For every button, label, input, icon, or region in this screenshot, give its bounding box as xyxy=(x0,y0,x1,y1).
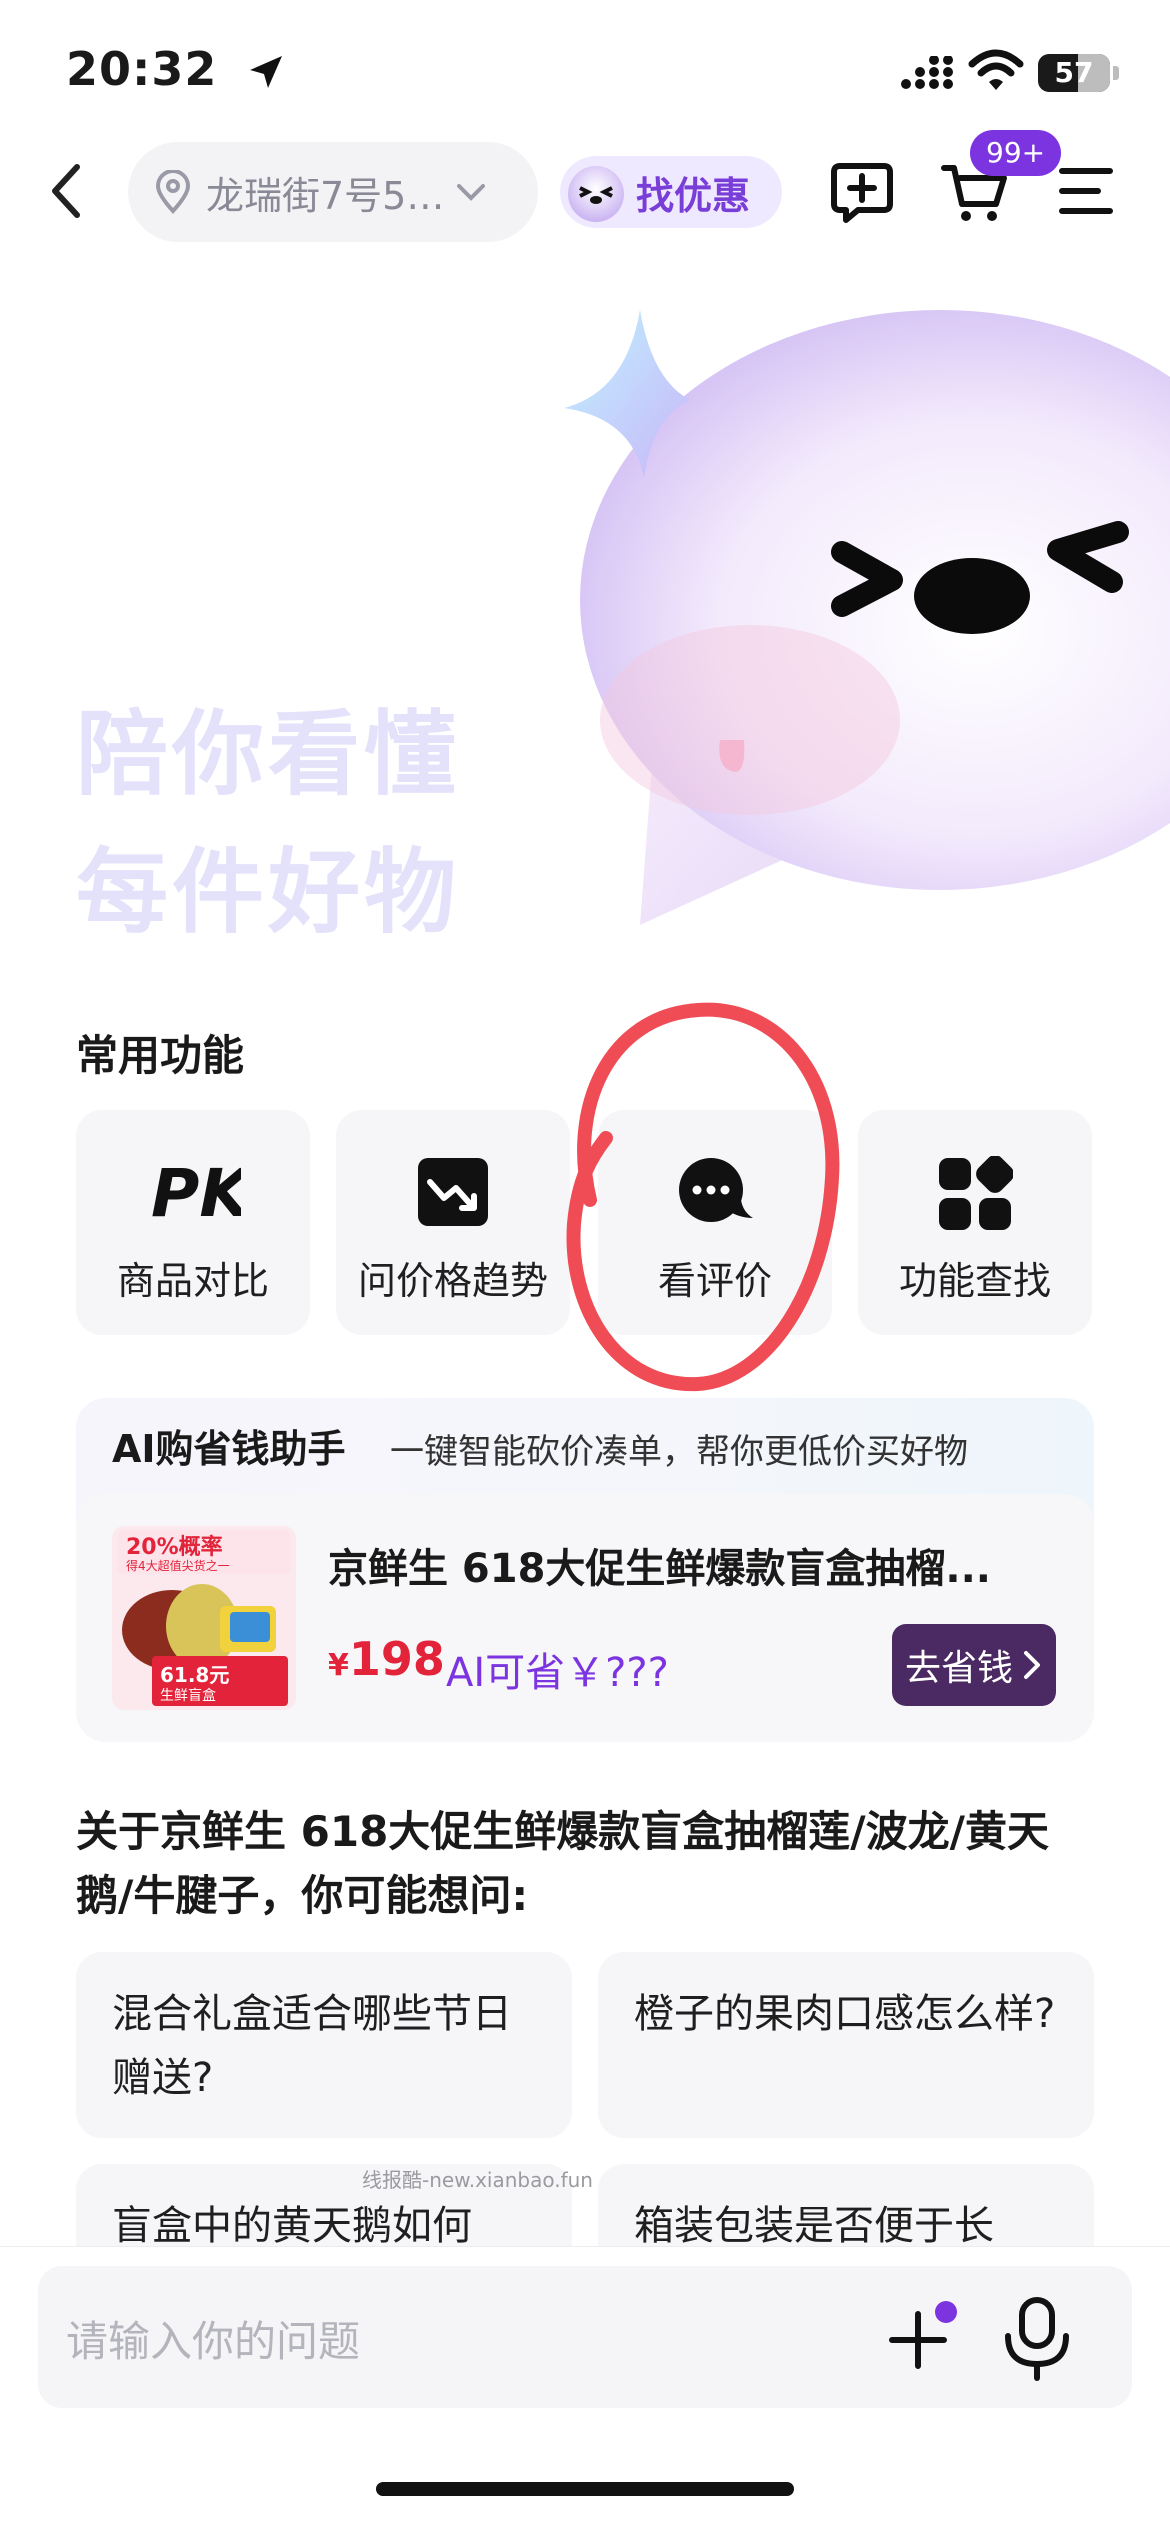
chevron-right-icon xyxy=(1024,1651,1040,1679)
suggested-question-text: 混合礼盒适合哪些节日赠送? xyxy=(112,1991,512,2101)
chevron-down-icon xyxy=(457,184,486,201)
back-button[interactable] xyxy=(40,156,92,226)
battery-indicator: 57 xyxy=(1038,54,1120,92)
hand-drawn-circle-annotation xyxy=(566,1002,840,1392)
find-features-button[interactable]: 功能查找 xyxy=(858,1110,1092,1335)
svg-text:PK: PK xyxy=(151,1156,241,1226)
watermark-text: 线报酷-new.xianbao.fun xyxy=(362,2168,593,2192)
pk-icon: PK xyxy=(151,1156,241,1226)
mascot-illustration xyxy=(564,310,1170,925)
suggested-question-card[interactable]: 混合礼盒适合哪些节日赠送? xyxy=(76,1952,572,2138)
compare-products-button[interactable]: PK 商品对比 xyxy=(76,1110,310,1335)
wifi-icon xyxy=(968,49,1024,90)
product-image-tag: 20%概率 xyxy=(126,1534,223,1560)
product-image-tag-sub: 得4大超值尖货之一 xyxy=(126,1558,230,1573)
hero-line-2: 每件好物 xyxy=(76,839,461,946)
plus-icon[interactable] xyxy=(886,2300,964,2378)
product-thumbnail: 20%概率 得4大超值尖货之一 61.8元 生鲜盲盒 xyxy=(112,1526,296,1710)
location-pin-icon xyxy=(155,170,191,214)
cart-count-badge: 99+ xyxy=(970,130,1062,176)
find-features-label: 功能查找 xyxy=(898,1259,1051,1303)
product-price: ¥198 xyxy=(328,1632,445,1686)
product-image[interactable]: 20%概率 得4大超值尖货之一 61.8元 生鲜盲盒 xyxy=(112,1526,296,1710)
price-value: 198 xyxy=(348,1632,445,1686)
suggested-question-text: 橙子的果肉口感怎么样? xyxy=(634,1991,1056,2037)
suggested-question-card[interactable]: 橙子的果肉口感怎么样? xyxy=(598,1952,1094,2138)
product-title[interactable]: 京鲜生 618大促生鲜爆款盲盒抽榴... xyxy=(328,1536,991,1594)
home-indicator[interactable] xyxy=(376,2482,794,2496)
ai-assistant-title: AI购省钱助手 xyxy=(112,1427,346,1471)
status-time: 20:32 xyxy=(66,42,218,96)
chevron-left-icon xyxy=(52,164,80,218)
mascot-icon xyxy=(568,166,624,222)
price-trend-label: 问价格趋势 xyxy=(357,1259,548,1303)
price-currency: ¥ xyxy=(328,1648,349,1683)
ai-assistant-subtitle: 一键智能砍价凑单，帮你更低价买好物 xyxy=(390,1432,968,1472)
ai-savings-text: AI可省￥??? xyxy=(446,1650,669,1696)
address-selector[interactable]: 龙瑞街7号5… xyxy=(128,142,538,242)
save-money-button[interactable]: 去省钱 xyxy=(892,1624,1056,1706)
common-functions-title: 常用功能 xyxy=(76,1031,245,1080)
suggested-questions-heading: 关于京鲜生 618大促生鲜爆款盲盒抽榴莲/波龙/黄天鹅/牛腱子，你可能想问: xyxy=(76,1807,1049,1920)
menu-icon[interactable] xyxy=(1058,165,1114,217)
find-deals-button[interactable]: 找优惠 xyxy=(560,156,782,228)
microphone-icon[interactable] xyxy=(1002,2296,1072,2382)
price-trend-button[interactable]: 问价格趋势 xyxy=(336,1110,570,1335)
save-money-label: 去省钱 xyxy=(904,1648,1013,1689)
find-deals-label: 找优惠 xyxy=(636,173,751,218)
hero-line-1: 陪你看懂 xyxy=(76,701,461,808)
signal-icon xyxy=(901,56,953,89)
product-image-box-label: 生鲜盲盒 xyxy=(160,1687,216,1704)
product-image-price: 61.8元 xyxy=(160,1663,229,1687)
location-arrow-icon xyxy=(250,56,282,88)
battery-level: 57 xyxy=(1054,56,1094,89)
address-text: 龙瑞街7号5… xyxy=(206,173,445,218)
new-chat-icon[interactable] xyxy=(828,160,896,224)
grid-icon xyxy=(939,1156,1013,1230)
price-trend-icon xyxy=(418,1158,488,1226)
question-input-placeholder: 请输入你的问题 xyxy=(66,2317,361,2366)
compare-products-label: 商品对比 xyxy=(116,1259,269,1303)
